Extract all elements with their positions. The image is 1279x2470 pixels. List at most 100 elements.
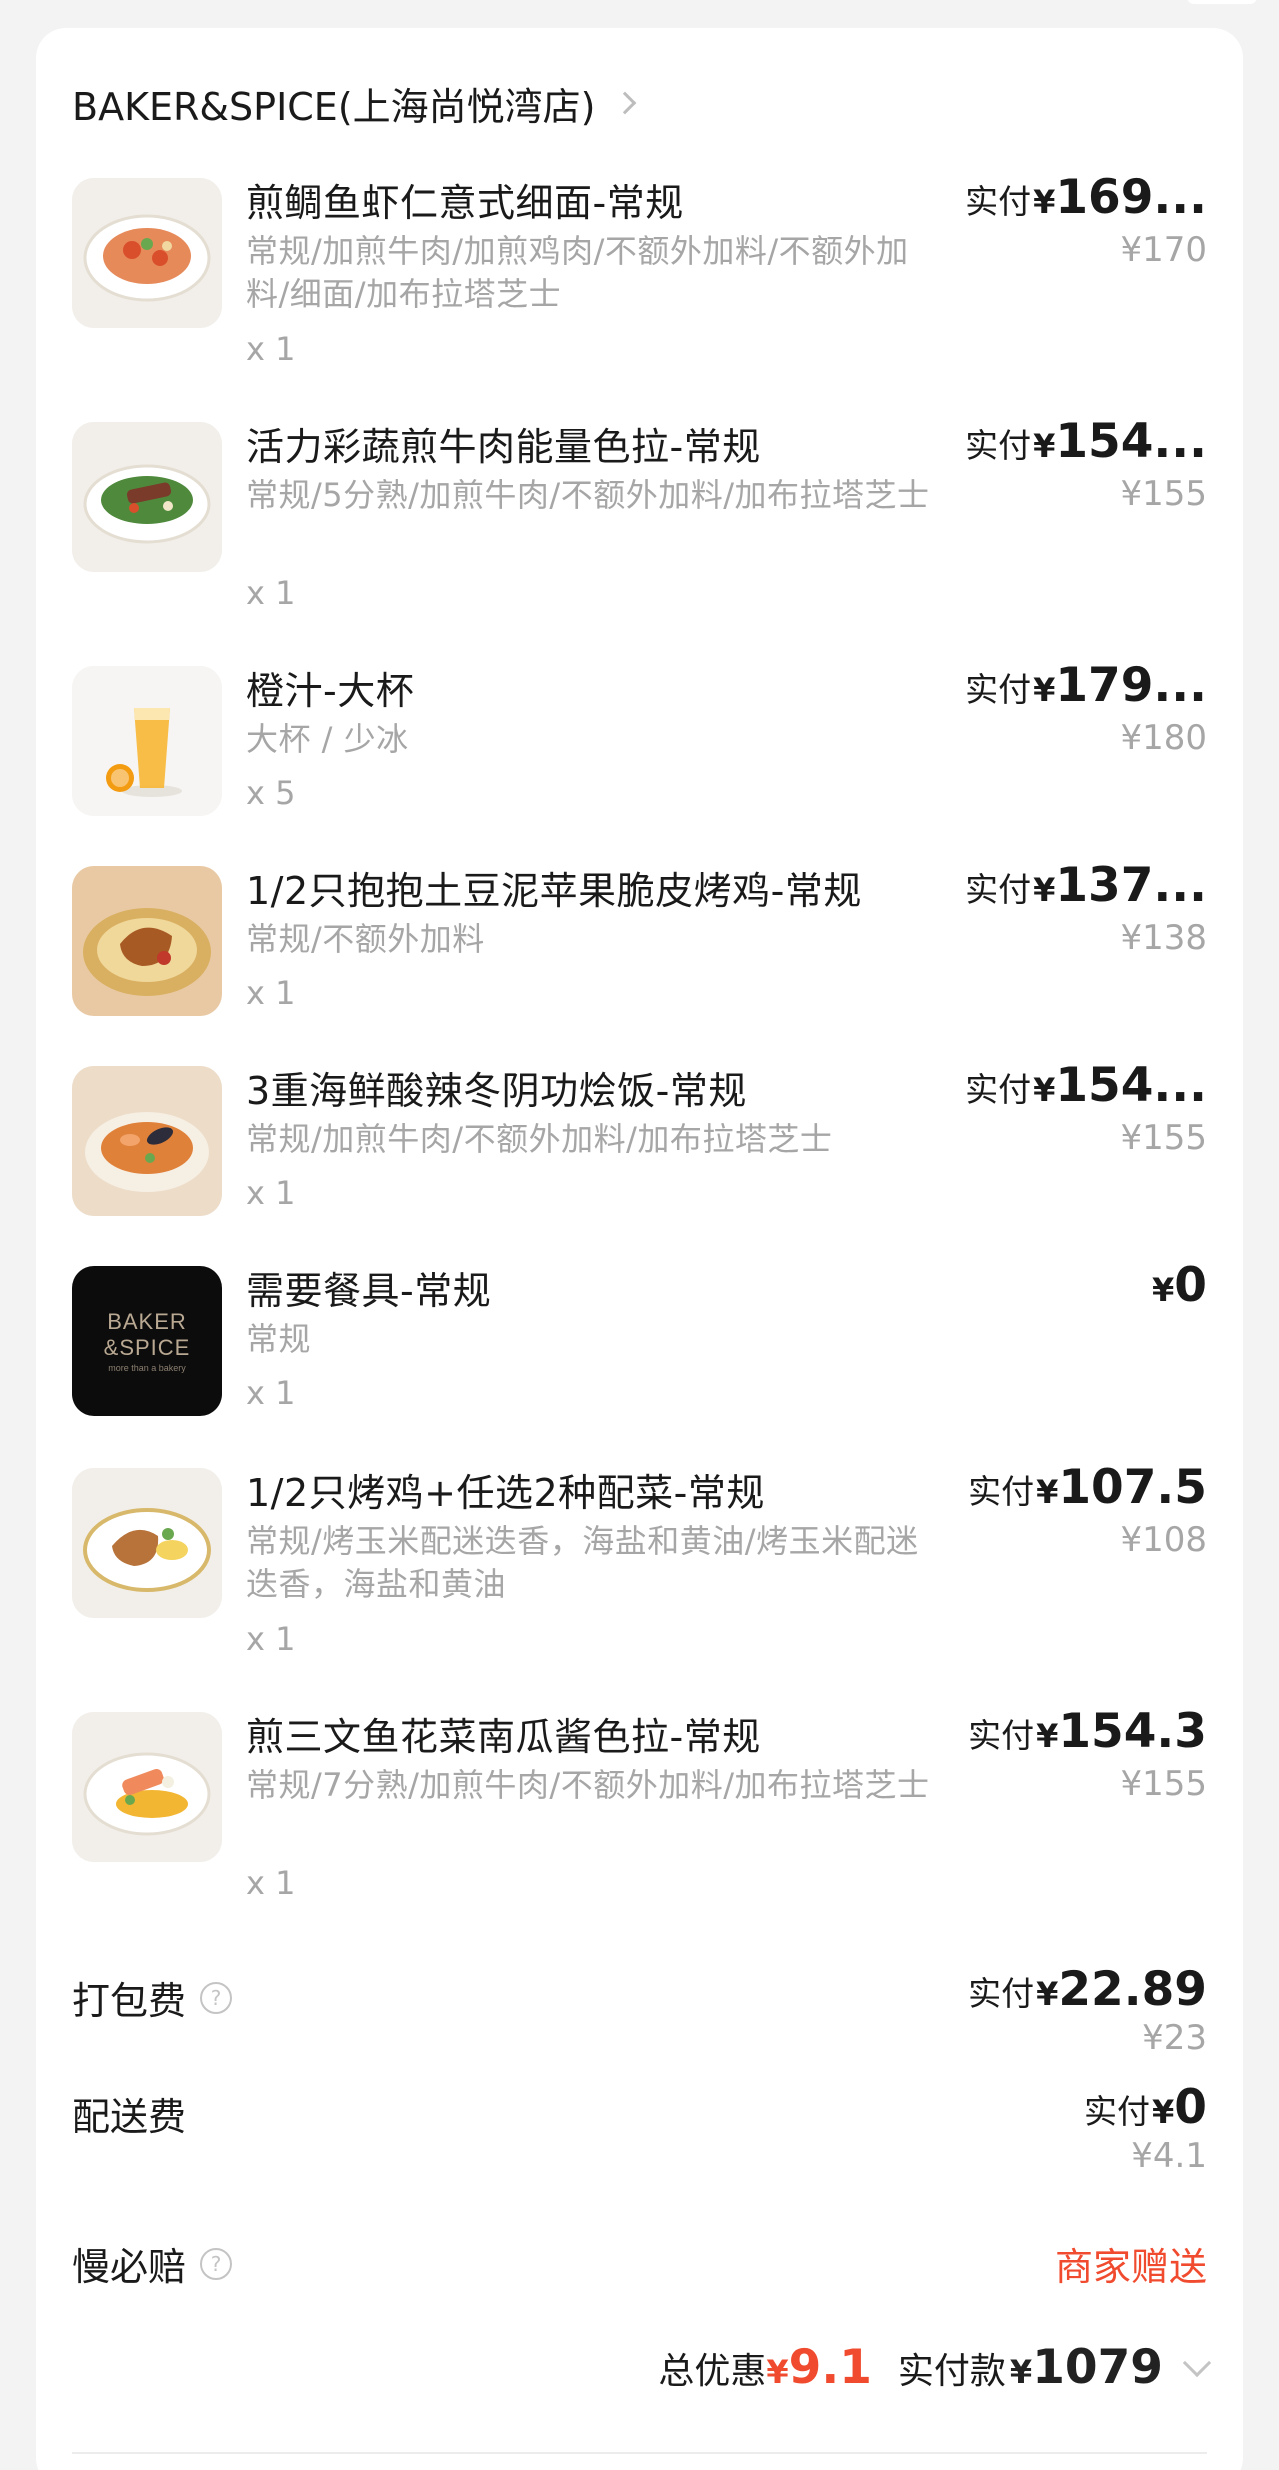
paid-amount: 22.89 <box>1058 1962 1207 2017</box>
order-total[interactable]: 总优惠 ¥ 9.1 实付款 ¥ 1079 <box>658 2340 1212 2395</box>
item-price: ¥0 <box>1150 1258 1207 1313</box>
item-paid-price: 实付¥107.5 <box>968 1460 1207 1515</box>
paid-amount: 107.5 <box>1058 1460 1207 1515</box>
paid-label: 实付 <box>965 870 1032 909</box>
discount-label: 总优惠 <box>658 2351 767 2392</box>
paid-amount: 0 <box>1174 2080 1207 2135</box>
item-spec: 大杯 / 少冰 <box>246 720 409 758</box>
merchant-gift-text: 商家赠送 <box>1054 2245 1207 2289</box>
item-name: 1/2只抱抱土豆泥苹果脆皮烤鸡-常规 <box>246 869 862 913</box>
item-qty: x 1 <box>246 974 296 1012</box>
item-name: 需要餐具-常规 <box>246 1269 492 1313</box>
divider <box>72 2452 1207 2454</box>
delivery-fee-paid: 实付¥0 <box>1084 2080 1207 2135</box>
currency-symbol: ¥ <box>766 2353 789 2391</box>
packing-fee-row: 打包费? 实付¥22.89 ¥23 <box>72 1962 1207 2058</box>
currency-symbol: ¥ <box>1033 1071 1056 1109</box>
currency-symbol: ¥ <box>1036 1473 1059 1511</box>
order-item[interactable]: 活力彩蔬煎牛肉能量色拉-常规 常规/5分熟/加煎牛肉/不额外加料/加布拉塔芝士 … <box>72 414 1207 622</box>
item-paid-price: 实付¥137... <box>965 858 1207 913</box>
paid-label: 实付 <box>968 1974 1035 2013</box>
discount-amount: 9.1 <box>788 2340 872 2395</box>
delivery-fee-label: 配送费 <box>72 2095 187 2139</box>
paid-label: 实付 <box>965 670 1032 709</box>
item-qty: x 1 <box>246 1374 296 1412</box>
item-qty: x 1 <box>246 330 296 368</box>
currency-symbol: ¥ <box>1033 427 1056 465</box>
item-original-price: ¥138 <box>1120 918 1207 958</box>
currency-symbol: ¥ <box>1033 871 1056 909</box>
item-paid-price: 实付¥179... <box>965 658 1207 713</box>
logo-text: &SPICE <box>103 1335 191 1360</box>
help-icon[interactable]: ? <box>200 2247 233 2280</box>
order-item[interactable]: 橙汁-大杯 大杯 / 少冰 x 5 实付¥179... ¥180 <box>72 658 1207 826</box>
order-item[interactable]: 煎鲷鱼虾仁意式细面-常规 常规/加煎牛肉/加煎鸡肉/不额外加料/不额外加料/细面… <box>72 170 1207 378</box>
order-item[interactable]: 1/2只烤鸡+任选2种配菜-常规 常规/烤玉米配迷迭香，海盐和黄油/烤玉米配迷迭… <box>72 1460 1207 1668</box>
store-name: BAKER&SPICE(上海尚悦湾店) <box>72 84 596 129</box>
paid-label: 实付 <box>965 182 1032 221</box>
packing-fee-label: 打包费 <box>72 1979 187 2023</box>
paid-amount: 154.3 <box>1058 1704 1207 1759</box>
item-name: 煎鲷鱼虾仁意式细面-常规 <box>246 181 684 225</box>
currency-symbol: ¥ <box>1009 2353 1033 2391</box>
currency-symbol: ¥ <box>1036 1717 1059 1755</box>
paid-amount: 179... <box>1055 658 1207 713</box>
item-name: 橙汁-大杯 <box>246 669 415 713</box>
paid-label: 实付 <box>965 1070 1032 1109</box>
item-name: 3重海鲜酸辣冬阴功烩饭-常规 <box>246 1069 747 1113</box>
item-qty: x 1 <box>246 1174 296 1212</box>
seafood-rice-icon <box>72 1066 222 1216</box>
item-spec: 常规/不额外加料 <box>246 920 485 958</box>
currency-symbol: ¥ <box>1033 183 1056 221</box>
currency-symbol: ¥ <box>1152 2093 1175 2131</box>
paid-total-label: 实付款 <box>897 2351 1006 2392</box>
chicken-sides-icon <box>72 1468 222 1618</box>
chevron-right-icon <box>614 91 637 115</box>
item-spec: 常规/加煎牛肉/加煎鸡肉/不额外加料/不额外加料/细面/加布拉塔芝士 <box>246 232 909 313</box>
paid-label: 实付 <box>965 426 1032 465</box>
late-compensation-label: 慢必赔 <box>72 2245 187 2289</box>
store-header[interactable]: BAKER&SPICE(上海尚悦湾店) <box>72 78 637 129</box>
beef-salad-icon <box>72 422 222 572</box>
item-spec: 常规/烤玉米配迷迭香，海盐和黄油/烤玉米配迷迭香，海盐和黄油 <box>246 1522 919 1603</box>
item-original-price: ¥108 <box>1120 1520 1207 1560</box>
currency-symbol: ¥ <box>1152 1271 1175 1309</box>
item-original-price: ¥155 <box>1120 474 1207 514</box>
packing-fee-original: ¥23 <box>1142 2018 1207 2058</box>
paid-label: 实付 <box>1084 2092 1151 2131</box>
logo-text: BAKER <box>107 1309 187 1334</box>
chevron-down-icon[interactable] <box>1182 2348 1212 2378</box>
item-paid-price: 实付¥169... <box>965 170 1207 225</box>
order-item[interactable]: 3重海鲜酸辣冬阴功烩饭-常规 常规/加煎牛肉/不额外加料/加布拉塔芝士 x 1 … <box>72 1058 1207 1226</box>
packing-fee-paid: 实付¥22.89 <box>968 1962 1207 2017</box>
item-qty: x 1 <box>246 574 296 612</box>
order-item[interactable]: BAKER &SPICE more than a bakery 需要餐具-常规 … <box>72 1258 1207 1426</box>
paid-label: 实付 <box>968 1472 1035 1511</box>
order-item[interactable]: 1/2只抱抱土豆泥苹果脆皮烤鸡-常规 常规/不额外加料 x 1 实付¥137..… <box>72 858 1207 1026</box>
item-qty: x 1 <box>246 1864 296 1902</box>
delivery-fee-row: 配送费 实付¥0 ¥4.1 <box>72 2080 1207 2176</box>
item-name: 活力彩蔬煎牛肉能量色拉-常规 <box>246 425 761 469</box>
orange-juice-icon <box>72 666 222 816</box>
price-amount: 0 <box>1174 1258 1207 1313</box>
item-original-price: ¥170 <box>1120 230 1207 270</box>
item-qty: x 1 <box>246 1620 296 1658</box>
item-name: 1/2只烤鸡+任选2种配菜-常规 <box>246 1471 765 1515</box>
help-icon[interactable]: ? <box>200 1981 233 2014</box>
top-handle <box>1187 0 1257 4</box>
paid-label: 实付 <box>968 1716 1035 1755</box>
item-spec: 常规/加煎牛肉/不额外加料/加布拉塔芝士 <box>246 1120 833 1158</box>
roast-chicken-icon <box>72 866 222 1016</box>
delivery-fee-original: ¥4.1 <box>1131 2136 1207 2176</box>
logo-tagline: more than a bakery <box>108 1363 186 1373</box>
paid-amount: 154... <box>1055 414 1207 469</box>
pasta-dish-icon <box>72 178 222 328</box>
item-spec: 常规 <box>246 1320 312 1358</box>
baker-spice-logo: BAKER &SPICE more than a bakery <box>72 1266 222 1416</box>
currency-symbol: ¥ <box>1033 671 1056 709</box>
item-paid-price: 实付¥154... <box>965 414 1207 469</box>
order-item[interactable]: 煎三文鱼花菜南瓜酱色拉-常规 常规/7分熟/加煎牛肉/不额外加料/加布拉塔芝士 … <box>72 1704 1207 1912</box>
item-original-price: ¥155 <box>1120 1118 1207 1158</box>
item-spec: 常规/7分熟/加煎牛肉/不额外加料/加布拉塔芝士 <box>246 1766 930 1804</box>
paid-amount: 137... <box>1055 858 1207 913</box>
